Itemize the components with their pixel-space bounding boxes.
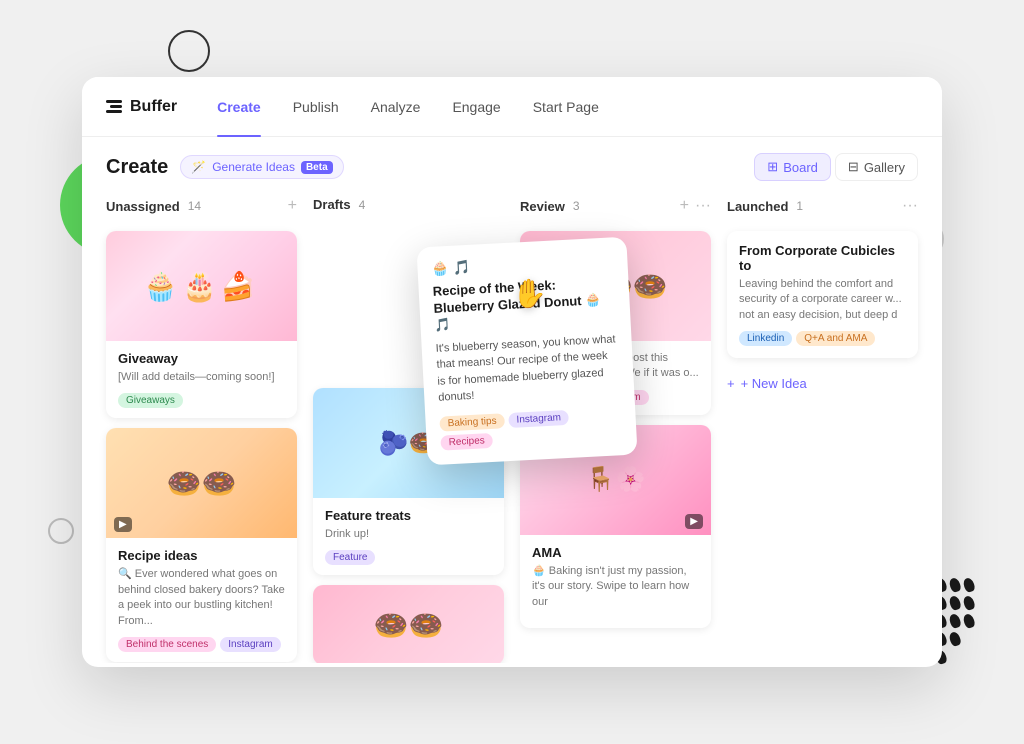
column-launched: Launched 1 ··· From Corporate Cubicles t…: [719, 193, 926, 663]
popup-card[interactable]: 🧁 🎵 Recipe of the Week: Blueberry Glazed…: [416, 237, 637, 465]
card-img-wrap-recipe: 🍩🍩 ▶: [106, 428, 297, 538]
column-count-unassigned: 14: [188, 199, 201, 213]
card-body-recipe: Recipe ideas 🔍 Ever wondered what goes o…: [106, 538, 297, 662]
card-title-recipe: Recipe ideas: [118, 548, 285, 563]
wand-icon: 🪄: [191, 160, 206, 174]
deco-circle-left: [48, 518, 74, 544]
card-corporate-cubicles[interactable]: From Corporate Cubicles to Leaving behin…: [727, 231, 918, 358]
column-header-drafts: Drafts 4: [313, 193, 504, 216]
popup-desc: It's blueberry season, you know what tha…: [435, 331, 620, 406]
column-title-unassigned: Unassigned: [106, 199, 180, 214]
card-tags-corporate: Linkedin Q+A and AMA: [739, 331, 906, 346]
column-unassigned: Unassigned 14 + 🧁🎂🍰 Giveaway [Will add d…: [98, 193, 305, 663]
popup-tag-baking[interactable]: Baking tips: [439, 413, 505, 431]
add-review-icon[interactable]: +: [680, 197, 689, 215]
card-body-ama: AMA 🧁 Baking isn't just my passion, it's…: [520, 535, 711, 628]
tag-linkedin[interactable]: Linkedin: [739, 331, 792, 346]
popup-tag-instagram[interactable]: Instagram: [508, 410, 569, 428]
column-actions-unassigned: +: [288, 197, 297, 215]
popup-tags: Baking tips Instagram Recipes: [439, 407, 623, 450]
card-image-donut-extra: 🍩🍩: [313, 585, 504, 663]
page-header: Create 🪄 Generate Ideas Beta ⊞ Board ⊟ G…: [82, 137, 942, 193]
grab-cursor-icon: ✋: [512, 277, 547, 310]
tag-instagram-recipe[interactable]: Instagram: [220, 637, 280, 652]
board-label: Board: [783, 160, 818, 175]
logo: Buffer: [106, 98, 177, 116]
nav-item-create[interactable]: Create: [217, 95, 261, 119]
new-idea-label: + New Idea: [741, 376, 807, 391]
card-title-corporate: From Corporate Cubicles to: [739, 243, 906, 273]
video-icon-recipe: ▶: [114, 517, 132, 532]
card-desc-feature: Drink up!: [325, 527, 492, 542]
column-header-launched: Launched 1 ···: [727, 193, 918, 219]
card-image-giveaway: 🧁🎂🍰: [106, 231, 297, 341]
column-count-launched: 1: [796, 199, 803, 213]
page-title-area: Create 🪄 Generate Ideas Beta: [106, 155, 344, 179]
card-desc-corporate: Leaving behind the comfort and security …: [739, 277, 906, 323]
board-view-button[interactable]: ⊞ Board: [754, 153, 831, 181]
card-giveaway[interactable]: 🧁🎂🍰 Giveaway [Will add details—coming so…: [106, 231, 297, 418]
tag-qa-ama[interactable]: Q+A and AMA: [796, 331, 875, 346]
scene: Buffer Create Publish Analyze Engage Sta…: [0, 0, 1024, 744]
card-desc-giveaway: [Will add details—coming soon!]: [118, 370, 285, 385]
video-icon-ama: ▶: [685, 514, 703, 529]
column-title-review: Review: [520, 199, 565, 214]
tag-feature[interactable]: Feature: [325, 550, 375, 565]
tag-behind-scenes[interactable]: Behind the scenes: [118, 637, 216, 652]
board-icon: ⊞: [767, 159, 778, 175]
column-header-review: Review 3 + ···: [520, 193, 711, 219]
gallery-view-button[interactable]: ⊟ Gallery: [835, 153, 918, 181]
card-tags-feature: Feature: [325, 550, 492, 565]
column-title-area-drafts: Drafts 4: [313, 197, 365, 212]
column-actions-launched: ···: [902, 197, 918, 215]
view-toggle: ⊞ Board ⊟ Gallery: [754, 153, 918, 181]
column-title-launched: Launched: [727, 199, 788, 214]
new-idea-button[interactable]: + + New Idea: [727, 368, 918, 399]
column-count-drafts: 4: [359, 198, 366, 212]
more-launched-icon[interactable]: ···: [902, 197, 918, 215]
card-desc-recipe: 🔍 Ever wondered what goes on behind clos…: [118, 567, 285, 629]
deco-circle-top: [168, 30, 210, 72]
generate-ideas-button[interactable]: 🪄 Generate Ideas Beta: [180, 155, 343, 179]
card-tags-recipe: Behind the scenes Instagram: [118, 637, 285, 652]
card-image-recipe: 🍩🍩: [106, 428, 297, 538]
page-title: Create: [106, 156, 168, 179]
generate-label: Generate Ideas: [212, 160, 295, 174]
popup-tag-recipes[interactable]: Recipes: [440, 433, 493, 451]
column-count-review: 3: [573, 199, 580, 213]
card-title-feature: Feature treats: [325, 508, 492, 523]
column-header-unassigned: Unassigned 14 +: [106, 193, 297, 219]
column-title-area-launched: Launched 1: [727, 199, 803, 214]
nav-item-engage[interactable]: Engage: [452, 95, 500, 119]
nav-item-start-page[interactable]: Start Page: [533, 95, 599, 119]
card-title-giveaway: Giveaway: [118, 351, 285, 366]
column-title-area-review: Review 3: [520, 199, 580, 214]
main-card: Buffer Create Publish Analyze Engage Sta…: [82, 77, 942, 667]
plus-icon: +: [727, 376, 735, 391]
column-actions-review: + ···: [680, 197, 711, 215]
card-title-ama: AMA: [532, 545, 699, 560]
gallery-icon: ⊟: [848, 159, 859, 175]
logo-icon: [106, 100, 122, 113]
tag-giveaways[interactable]: Giveaways: [118, 393, 183, 408]
popup-emoji: 🧁 🎵: [431, 251, 614, 278]
nav-item-analyze[interactable]: Analyze: [371, 95, 421, 119]
card-recipe-ideas[interactable]: 🍩🍩 ▶ Recipe ideas 🔍 Ever wondered what g…: [106, 428, 297, 662]
more-review-icon[interactable]: ···: [695, 197, 711, 215]
logo-text: Buffer: [130, 98, 177, 116]
card-tags-giveaway: Giveaways: [118, 393, 285, 408]
gallery-label: Gallery: [864, 160, 905, 175]
column-title-area: Unassigned 14: [106, 199, 201, 214]
add-unassigned-icon[interactable]: +: [288, 197, 297, 215]
beta-badge: Beta: [301, 161, 333, 174]
card-donut-extra[interactable]: 🍩🍩: [313, 585, 504, 663]
card-body-feature: Feature treats Drink up! Feature: [313, 498, 504, 575]
nav-item-publish[interactable]: Publish: [293, 95, 339, 119]
card-body-giveaway: Giveaway [Will add details—coming soon!]…: [106, 341, 297, 418]
card-desc-ama: 🧁 Baking isn't just my passion, it's our…: [532, 564, 699, 610]
card-img-wrap-giveaway: 🧁🎂🍰: [106, 231, 297, 341]
navigation: Buffer Create Publish Analyze Engage Sta…: [82, 77, 942, 137]
column-title-drafts: Drafts: [313, 197, 351, 212]
